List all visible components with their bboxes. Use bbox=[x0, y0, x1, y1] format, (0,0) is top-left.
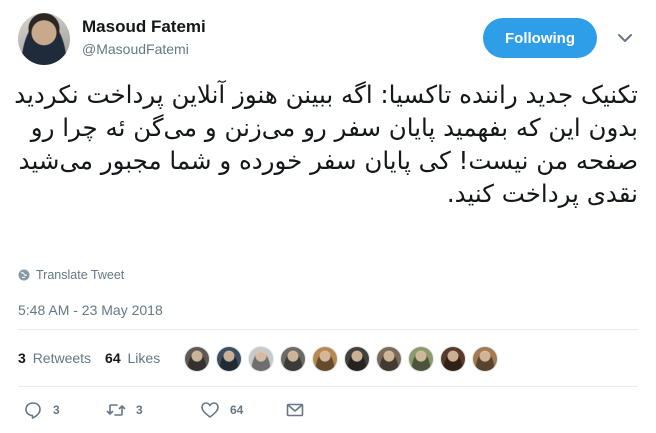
liker-avatar[interactable] bbox=[312, 346, 338, 372]
like-button[interactable]: 64 bbox=[200, 400, 243, 420]
reply-icon bbox=[25, 402, 41, 419]
tweet-stats: 3 Retweets 64 Likes bbox=[18, 350, 174, 366]
retweet-icon bbox=[106, 404, 126, 416]
liker-avatar[interactable] bbox=[248, 346, 274, 372]
direct-message-button[interactable] bbox=[285, 400, 305, 420]
reply-count: 3 bbox=[53, 403, 60, 417]
divider bbox=[18, 329, 638, 330]
author-name[interactable]: Masoud Fatemi bbox=[82, 17, 206, 37]
translate-label[interactable]: Translate Tweet bbox=[36, 268, 124, 282]
liker-avatar[interactable] bbox=[408, 346, 434, 372]
retweet-count: 3 bbox=[136, 403, 143, 417]
envelope-icon bbox=[286, 403, 304, 417]
retweets-label: Retweets bbox=[32, 350, 92, 366]
retweets-stat[interactable]: 3 Retweets bbox=[18, 350, 91, 366]
like-count: 64 bbox=[230, 403, 244, 417]
liker-avatar[interactable] bbox=[472, 346, 498, 372]
liker-avatar[interactable] bbox=[440, 346, 466, 372]
liker-avatar[interactable] bbox=[376, 346, 402, 372]
likes-count: 64 bbox=[105, 350, 121, 366]
likes-label: Likes bbox=[127, 350, 161, 366]
liker-avatar[interactable] bbox=[216, 346, 242, 372]
divider bbox=[18, 386, 638, 387]
liker-avatars bbox=[184, 346, 504, 372]
tweet-header: Masoud Fatemi @MasoudFatemi Following bbox=[0, 0, 656, 70]
liker-avatar[interactable] bbox=[280, 346, 306, 372]
retweet-button[interactable]: 3 bbox=[106, 400, 143, 420]
liker-avatar[interactable] bbox=[184, 346, 210, 372]
liker-avatar[interactable] bbox=[344, 346, 370, 372]
author-handle[interactable]: @MasoudFatemi bbox=[82, 41, 189, 57]
retweets-count: 3 bbox=[18, 350, 26, 366]
tweet-text: تکنیک جدید راننده تاکسیا: اگه ببینن هنوز… bbox=[14, 80, 638, 208]
tweet-actions: 3 3 64 bbox=[18, 400, 638, 424]
translate-tweet-link[interactable]: Translate Tweet bbox=[18, 268, 124, 282]
tweet-timestamp[interactable]: 5:48 AM - 23 May 2018 bbox=[18, 302, 163, 318]
heart-icon bbox=[201, 402, 219, 418]
chevron-down-icon[interactable] bbox=[616, 29, 634, 47]
likes-stat[interactable]: 64 Likes bbox=[105, 350, 160, 366]
following-button[interactable]: Following bbox=[483, 18, 597, 58]
reply-button[interactable]: 3 bbox=[23, 400, 60, 420]
avatar[interactable] bbox=[18, 13, 70, 65]
globe-icon bbox=[18, 269, 30, 281]
